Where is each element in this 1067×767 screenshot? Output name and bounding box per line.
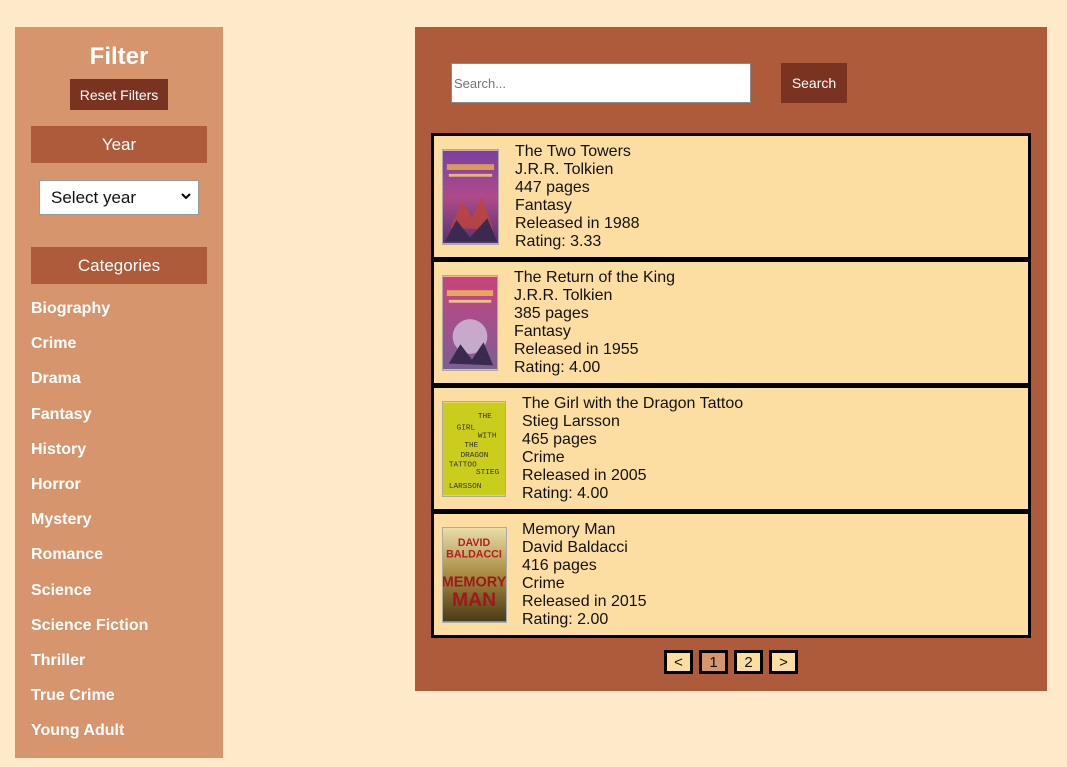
svg-text:DRAGON: DRAGON <box>460 452 488 460</box>
book-author: J.R.R. Tolkien <box>514 287 613 304</box>
book-info: Memory Man David Baldacci 416 pages Crim… <box>522 521 647 629</box>
svg-text:THE: THE <box>478 413 492 421</box>
book-release: Released in 2015 <box>522 593 647 610</box>
book-cover-image: DAVID BALDACCI MEMORY MAN <box>442 527 507 623</box>
category-item-drama[interactable]: Drama <box>31 367 221 402</box>
category-item-biography[interactable]: Biography <box>31 297 221 332</box>
svg-text:LARSSON: LARSSON <box>449 483 482 491</box>
book-author: J.R.R. Tolkien <box>515 161 614 178</box>
svg-text:MAN: MAN <box>452 589 496 611</box>
book-cover-image <box>442 275 498 371</box>
book-pages: 465 pages <box>522 431 597 448</box>
book-rating: Rating: 4.00 <box>522 485 609 502</box>
category-item-horror[interactable]: Horror <box>31 473 221 508</box>
book-pages: 385 pages <box>514 305 589 322</box>
svg-text:THE: THE <box>464 442 478 450</box>
next-page-button[interactable]: > <box>769 650 798 674</box>
book-pages: 447 pages <box>515 179 590 196</box>
book-release: Released in 2005 <box>522 467 647 484</box>
year-select[interactable]: Select year <box>39 180 199 215</box>
category-item-history[interactable]: History <box>31 438 221 473</box>
year-section-header: Year <box>31 126 207 163</box>
book-card[interactable]: DAVID BALDACCI MEMORY MAN Memory Man Dav… <box>431 511 1031 638</box>
categories-section-header: Categories <box>31 247 207 284</box>
book-title: Memory Man <box>522 521 616 538</box>
reset-filters-button[interactable]: Reset Filters <box>70 79 168 110</box>
book-author: Stieg Larsson <box>522 413 620 430</box>
book-card[interactable]: The Return of the King J.R.R. Tolkien 38… <box>431 259 1031 386</box>
year-select-value: Select year <box>51 187 137 207</box>
book-card[interactable]: The Two Towers J.R.R. Tolkien 447 pages … <box>431 133 1031 260</box>
svg-text:STIEG: STIEG <box>476 469 500 477</box>
book-title: The Return of the King <box>514 269 675 286</box>
pagination: < 1 2 > <box>664 650 798 674</box>
book-genre: Fantasy <box>515 197 572 214</box>
category-item-science-fiction[interactable]: Science Fiction <box>31 614 221 649</box>
book-release: Released in 1955 <box>514 341 639 358</box>
book-cover-image <box>442 149 499 245</box>
filter-title: Filter <box>89 43 149 70</box>
svg-text:GIRL: GIRL <box>457 425 476 433</box>
book-results-panel: Search The Two Towers J. <box>415 27 1047 691</box>
book-author: David Baldacci <box>522 539 628 556</box>
book-rating: Rating: 3.33 <box>515 233 602 250</box>
book-card[interactable]: THE GIRL WITH THE DRAGON TATTOO STIEG LA… <box>431 385 1031 512</box>
category-list: Biography Crime Drama Fantasy History Ho… <box>31 297 221 754</box>
category-item-young-adult[interactable]: Young Adult <box>31 719 221 754</box>
book-info: The Girl with the Dragon Tattoo Stieg La… <box>522 395 743 503</box>
page-button-2[interactable]: 2 <box>734 650 763 674</box>
book-genre: Crime <box>522 449 565 466</box>
svg-text:TATTOO: TATTOO <box>449 461 477 469</box>
category-item-mystery[interactable]: Mystery <box>31 508 221 543</box>
svg-text:WITH: WITH <box>478 432 497 440</box>
category-item-true-crime[interactable]: True Crime <box>31 684 221 719</box>
book-title: The Two Towers <box>515 143 631 160</box>
book-genre: Crime <box>522 575 565 592</box>
book-list: The Two Towers J.R.R. Tolkien 447 pages … <box>431 133 1031 638</box>
page-button-1[interactable]: 1 <box>699 650 728 674</box>
category-item-romance[interactable]: Romance <box>31 543 221 578</box>
book-info: The Return of the King J.R.R. Tolkien 38… <box>514 269 675 377</box>
chevron-down-icon <box>181 193 191 200</box>
filter-sidebar: Filter Reset Filters Year Select year Ca… <box>15 27 223 758</box>
book-cover-image: THE GIRL WITH THE DRAGON TATTOO STIEG LA… <box>442 401 506 497</box>
book-genre: Fantasy <box>514 323 571 340</box>
book-rating: Rating: 4.00 <box>514 359 601 376</box>
previous-page-button[interactable]: < <box>664 650 693 674</box>
svg-text:BALDACCI: BALDACCI <box>446 549 502 561</box>
svg-text:DAVID: DAVID <box>458 537 491 549</box>
category-item-thriller[interactable]: Thriller <box>31 649 221 684</box>
search-button[interactable]: Search <box>781 63 847 103</box>
book-title: The Girl with the Dragon Tattoo <box>522 395 744 412</box>
category-item-science[interactable]: Science <box>31 579 221 614</box>
search-input[interactable] <box>451 63 751 103</box>
book-pages: 416 pages <box>522 557 597 574</box>
book-info: The Two Towers J.R.R. Tolkien 447 pages … <box>515 143 640 251</box>
book-release: Released in 1988 <box>515 215 640 232</box>
category-item-crime[interactable]: Crime <box>31 332 221 367</box>
book-rating: Rating: 2.00 <box>522 611 609 628</box>
category-item-fantasy[interactable]: Fantasy <box>31 403 221 438</box>
